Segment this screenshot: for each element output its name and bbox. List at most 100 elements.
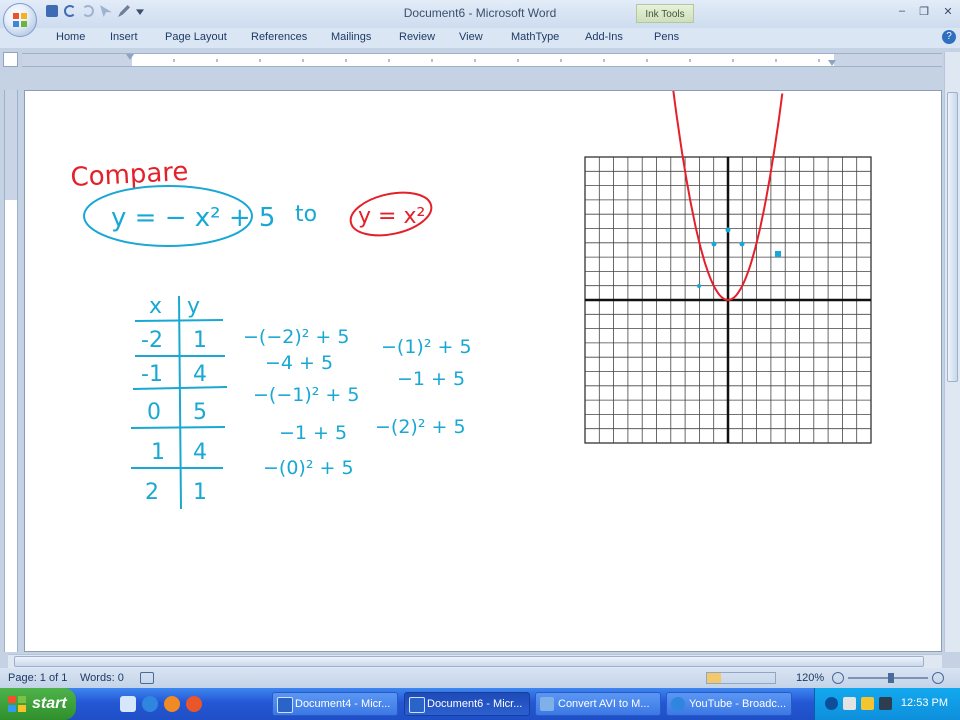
office-logo-icon [13, 13, 27, 27]
tray-network-icon[interactable] [843, 697, 856, 710]
table-cell: 4 [193, 362, 207, 387]
table-cell: -1 [141, 362, 163, 387]
table-cell: 1 [193, 480, 207, 505]
vertical-scrollbar[interactable] [944, 52, 960, 652]
zoom-out-icon[interactable] [832, 672, 844, 684]
xy-table-text: x y -2 1 -1 4 0 5 1 4 2 1 [141, 294, 207, 505]
taskbar-button-document4[interactable]: Document4 - Micr... [272, 692, 398, 716]
tab-review[interactable]: Review [399, 31, 435, 43]
status-bar: Page: 1 of 1 Words: 0 120% [0, 668, 960, 688]
vertical-ruler[interactable] [4, 90, 18, 652]
ink-canvas[interactable]: Compare y = − x² + 5 to y = x² x y -2 1 … [25, 82, 941, 651]
table-cell: 0 [147, 400, 161, 425]
taskbar-button-label: Convert AVI to M... [558, 698, 650, 710]
tab-home[interactable]: Home [56, 31, 85, 43]
word-doc-icon [409, 697, 425, 713]
table-header-y: y [187, 294, 200, 319]
vertical-scroll-thumb[interactable] [947, 92, 958, 382]
show-desktop-icon[interactable] [120, 696, 136, 712]
tab-view[interactable]: View [459, 31, 483, 43]
table-cell: 5 [193, 400, 207, 425]
tab-insert[interactable]: Insert [110, 31, 138, 43]
system-tray: 12:53 PM [814, 688, 960, 720]
vruler-top-margin [5, 90, 17, 200]
zoom-slider-thumb[interactable] [888, 673, 894, 683]
tab-add-ins[interactable]: Add-Ins [585, 31, 623, 43]
zoom-level[interactable]: 120% [796, 672, 824, 684]
zoom-in-icon[interactable] [932, 672, 944, 684]
taskbar: start Document4 - Micr... Document6 - Mi… [0, 688, 960, 720]
work-line: −1 + 5 [397, 368, 465, 390]
page-count[interactable]: Page: 1 of 1 [8, 672, 67, 684]
title-bar: Document6 - Microsoft Word Ink Tools – ❐… [0, 0, 960, 28]
window-title: Document6 - Microsoft Word [403, 6, 557, 20]
ink-tools-contextual-tab[interactable]: Ink Tools [636, 4, 694, 23]
word-count[interactable]: Words: 0 [80, 672, 124, 684]
office-button[interactable] [3, 3, 37, 37]
work-line: −4 + 5 [265, 352, 333, 374]
tray-volume-icon[interactable] [861, 697, 874, 710]
resize-handle[interactable] [775, 251, 781, 257]
table-cell: 2 [145, 480, 159, 505]
horizontal-scroll-thumb[interactable] [14, 656, 924, 667]
close-button[interactable]: ✕ [940, 5, 956, 18]
tab-references[interactable]: References [251, 31, 307, 43]
work-column-2: −(1)² + 5 −1 + 5 −(2)² + 5 [375, 336, 472, 438]
tab-page-layout[interactable]: Page Layout [165, 31, 227, 43]
table-cell: 1 [151, 440, 165, 465]
plot-point [711, 241, 717, 247]
tab-mathtype[interactable]: MathType [511, 31, 559, 43]
windows-flag-icon [8, 696, 26, 712]
ruler-row [0, 50, 960, 70]
minimize-button[interactable]: – [894, 5, 910, 17]
table-cell: 4 [193, 440, 207, 465]
internet-explorer-icon [671, 697, 685, 711]
table-header-x: x [149, 294, 162, 319]
work-line: −(0)² + 5 [263, 457, 354, 479]
plot-point [739, 241, 745, 247]
document-page[interactable]: Compare y = − x² + 5 to y = x² x y -2 1 … [24, 82, 942, 652]
taskbar-button-label: YouTube - Broadc... [689, 698, 787, 710]
tray-expand-icon[interactable] [825, 697, 838, 710]
taskbar-clock: 12:53 PM [900, 697, 948, 709]
taskbar-button-youtube[interactable]: YouTube - Broadc... [666, 692, 792, 716]
taskbar-button-convert-avi[interactable]: Convert AVI to M... [535, 692, 661, 716]
work-line: −(−1)² + 5 [253, 384, 359, 406]
ribbon-tab-bar: Home Insert Page Layout References Maili… [0, 28, 960, 48]
help-icon[interactable]: ? [942, 30, 956, 44]
tab-selector-button[interactable] [3, 52, 18, 67]
view-buttons[interactable] [706, 672, 776, 684]
table-cell: 1 [193, 328, 207, 353]
to-text: to [295, 202, 317, 227]
start-label: start [32, 695, 67, 712]
horizontal-ruler[interactable] [22, 53, 942, 67]
taskbar-button-document6[interactable]: Document6 - Micr... [404, 692, 530, 716]
plot-point [697, 284, 701, 288]
firefox-icon[interactable] [164, 696, 180, 712]
compare-text: Compare [70, 157, 189, 193]
taskbar-button-label: Document4 - Micr... [295, 698, 391, 710]
tab-pens[interactable]: Pens [654, 31, 679, 43]
media-player-icon[interactable] [186, 696, 202, 712]
work-line: −1 + 5 [279, 422, 347, 444]
internet-explorer-icon[interactable] [142, 696, 158, 712]
plot-point [725, 227, 731, 233]
horizontal-scrollbar[interactable] [8, 654, 942, 668]
work-line: −(−2)² + 5 [243, 326, 349, 348]
tray-app-icon[interactable] [879, 697, 892, 710]
tab-mailings[interactable]: Mailings [331, 31, 371, 43]
converter-icon [540, 697, 554, 711]
work-line: −(1)² + 5 [381, 336, 472, 358]
start-button[interactable]: start [0, 688, 76, 720]
work-line: −(2)² + 5 [375, 416, 466, 438]
graph-paper [584, 82, 872, 444]
ruler-ticks [126, 54, 836, 66]
restore-button[interactable]: ❐ [916, 5, 932, 18]
work-column-1: −(−2)² + 5 −4 + 5 −(−1)² + 5 −1 + 5 −(0)… [243, 326, 359, 479]
quick-launch [120, 696, 202, 712]
equation-1: y = − x² + 5 [111, 203, 275, 233]
table-cell: -2 [141, 328, 163, 353]
word-doc-icon [277, 697, 293, 713]
proofing-icon[interactable] [140, 672, 154, 684]
equation-2: y = x² [358, 204, 425, 229]
